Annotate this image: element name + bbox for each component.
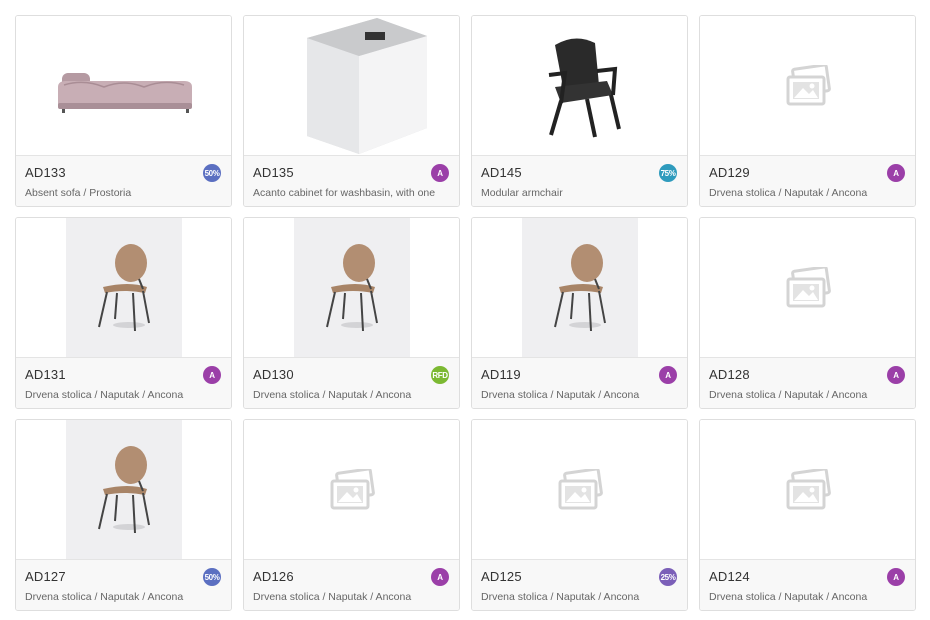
image-placeholder-icon <box>786 266 831 307</box>
product-code: AD126 <box>253 569 294 584</box>
product-code: AD131 <box>25 367 66 382</box>
product-description: Modular armchair <box>481 187 563 199</box>
product-info: AD119 Drvena stolica / Naputak / Ancona … <box>472 357 687 408</box>
product-card-ad125[interactable]: AD125 Drvena stolica / Naputak / Ancona … <box>471 419 688 611</box>
product-thumbnail[interactable] <box>16 420 231 559</box>
chair-image <box>97 445 150 533</box>
product-info: AD128 Drvena stolica / Naputak / Ancona … <box>700 357 915 408</box>
image-placeholder-icon <box>786 64 831 105</box>
status-badge: RFD <box>431 366 449 384</box>
product-description: Drvena stolica / Naputak / Ancona <box>481 389 640 401</box>
product-card-ad124[interactable]: AD124 Drvena stolica / Naputak / Ancona … <box>699 419 916 611</box>
product-thumbnail[interactable] <box>244 16 459 155</box>
status-badge: A <box>887 568 905 586</box>
product-code: AD124 <box>709 569 750 584</box>
product-description: Drvena stolica / Naputak / Ancona <box>481 591 640 603</box>
product-description: Drvena stolica / Naputak / Ancona <box>709 389 868 401</box>
product-thumbnail[interactable] <box>244 420 459 559</box>
armchair-image <box>548 37 621 137</box>
product-description: Acanto cabinet for washbasin, with one <box>253 187 436 199</box>
product-thumbnail[interactable] <box>16 16 231 155</box>
product-description: Drvena stolica / Naputak / Ancona <box>253 389 412 401</box>
product-card-ad145[interactable]: AD145 Modular armchair 75% <box>471 15 688 207</box>
product-description: Drvena stolica / Naputak / Ancona <box>25 389 184 401</box>
sofa-image <box>57 72 192 113</box>
status-badge: A <box>887 366 905 384</box>
product-info: AD126 Drvena stolica / Naputak / Ancona … <box>244 559 459 610</box>
product-code: AD130 <box>253 367 294 382</box>
chair-image <box>553 243 606 331</box>
product-code: AD128 <box>709 367 750 382</box>
status-badge: A <box>659 366 677 384</box>
product-thumbnail[interactable] <box>16 218 231 357</box>
product-description: Drvena stolica / Naputak / Ancona <box>253 591 412 603</box>
product-info: AD135 Acanto cabinet for washbasin, with… <box>244 155 459 206</box>
chair-image <box>325 243 378 331</box>
product-code: AD119 <box>481 367 521 382</box>
product-thumbnail[interactable] <box>472 16 687 155</box>
product-card-ad131[interactable]: AD131 Drvena stolica / Naputak / Ancona … <box>15 217 232 409</box>
product-thumbnail[interactable] <box>472 420 687 559</box>
product-card-ad127[interactable]: AD127 Drvena stolica / Naputak / Ancona … <box>15 419 232 611</box>
product-info: AD124 Drvena stolica / Naputak / Ancona … <box>700 559 915 610</box>
product-card-ad135[interactable]: AD135 Acanto cabinet for washbasin, with… <box>243 15 460 207</box>
product-code: AD129 <box>709 165 750 180</box>
status-badge: A <box>431 568 449 586</box>
product-code: AD135 <box>253 165 294 180</box>
product-info: AD145 Modular armchair 75% <box>472 155 687 206</box>
status-badge: 75% <box>659 164 677 182</box>
product-description: Drvena stolica / Naputak / Ancona <box>709 187 868 199</box>
status-badge: 25% <box>659 568 677 586</box>
product-code: AD133 <box>25 165 66 180</box>
image-placeholder-icon <box>558 468 603 509</box>
product-description: Absent sofa / Prostoria <box>25 187 132 199</box>
status-badge: A <box>203 366 221 384</box>
product-code: AD145 <box>481 165 522 180</box>
product-info: AD131 Drvena stolica / Naputak / Ancona … <box>16 357 231 408</box>
product-description: Drvena stolica / Naputak / Ancona <box>25 591 184 603</box>
product-description: Drvena stolica / Naputak / Ancona <box>709 591 868 603</box>
status-badge: A <box>887 164 905 182</box>
product-card-ad133[interactable]: AD133 Absent sofa / Prostoria 50% <box>15 15 232 207</box>
product-thumbnail[interactable] <box>700 420 915 559</box>
product-grid: AD133 Absent sofa / Prostoria 50% AD135 … <box>15 15 916 611</box>
status-badge: 50% <box>203 164 221 182</box>
chair-image <box>97 243 150 331</box>
image-placeholder-icon <box>330 468 375 509</box>
product-info: AD129 Drvena stolica / Naputak / Ancona … <box>700 155 915 206</box>
product-card-ad129[interactable]: AD129 Drvena stolica / Naputak / Ancona … <box>699 15 916 207</box>
product-info: AD130 Drvena stolica / Naputak / Ancona … <box>244 357 459 408</box>
product-info: AD125 Drvena stolica / Naputak / Ancona … <box>472 559 687 610</box>
product-card-ad130[interactable]: AD130 Drvena stolica / Naputak / Ancona … <box>243 217 460 409</box>
cabinet-image <box>306 18 427 154</box>
image-placeholder-icon <box>786 468 831 509</box>
product-code: AD127 <box>25 569 66 584</box>
product-info: AD127 Drvena stolica / Naputak / Ancona … <box>16 559 231 610</box>
product-card-ad126[interactable]: AD126 Drvena stolica / Naputak / Ancona … <box>243 419 460 611</box>
product-thumbnail[interactable] <box>700 218 915 357</box>
product-info: AD133 Absent sofa / Prostoria 50% <box>16 155 231 206</box>
product-code: AD125 <box>481 569 522 584</box>
product-thumbnail[interactable] <box>700 16 915 155</box>
status-badge: A <box>431 164 449 182</box>
status-badge: 50% <box>203 568 221 586</box>
product-card-ad128[interactable]: AD128 Drvena stolica / Naputak / Ancona … <box>699 217 916 409</box>
product-thumbnail[interactable] <box>472 218 687 357</box>
product-thumbnail[interactable] <box>244 218 459 357</box>
product-card-ad119[interactable]: AD119 Drvena stolica / Naputak / Ancona … <box>471 217 688 409</box>
